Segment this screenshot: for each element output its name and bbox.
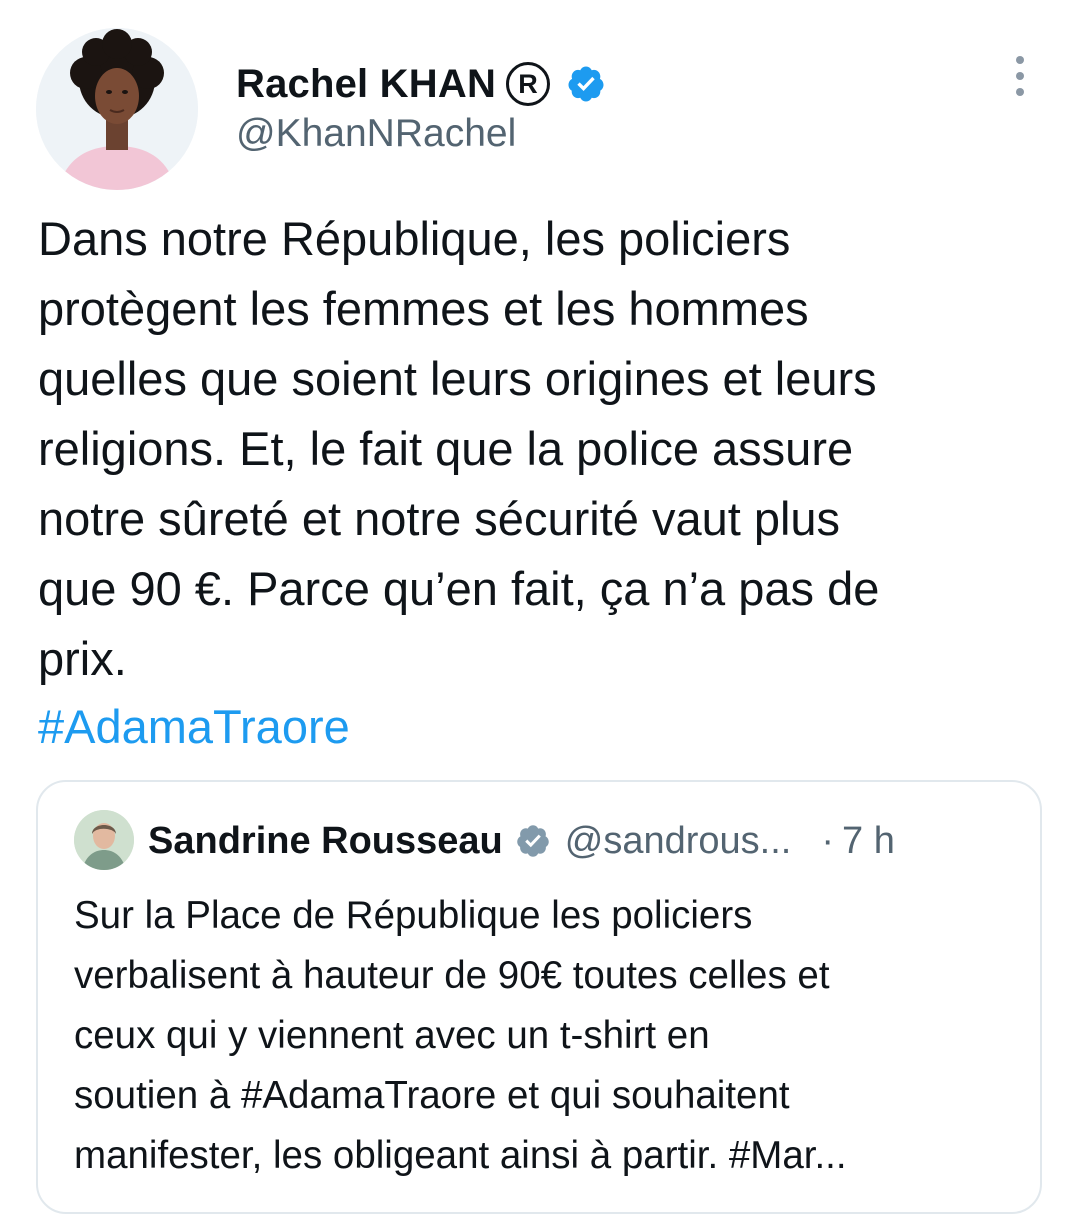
verified-badge-icon [568,66,604,102]
more-dot [1016,88,1024,96]
registered-mark-icon: R [506,62,551,106]
tweet-hashtag-link[interactable]: #AdamaTraore [38,692,350,762]
quoted-author-avatar[interactable] [74,810,134,870]
more-dot [1016,56,1024,64]
quoted-tweet-header: Sandrine Rousseau @sandrous... · 7 h [148,816,1008,866]
header-separator: · [821,819,834,862]
quoted-timestamp[interactable]: 7 h [842,820,895,863]
tweet-text: Dans notre République, les policiers pro… [38,212,880,685]
quoted-tweet-card[interactable]: Sandrine Rousseau @sandrous... · 7 h Sur… [36,780,1042,1214]
more-options-icon[interactable] [1004,56,1036,96]
author-avatar[interactable] [36,28,198,190]
quoted-author-name[interactable]: Sandrine Rousseau [148,820,503,863]
author-name-row[interactable]: Rachel KHAN R [236,58,606,110]
verified-badge-icon [517,825,549,857]
author-avatar-image [36,28,198,190]
quoted-tweet-text: Sur la Place de République les policiers… [74,894,847,1177]
more-dot [1016,72,1024,80]
quoted-author-handle[interactable]: @sandrous... [565,820,792,863]
author-handle[interactable]: @KhanNRachel [236,112,516,156]
tweet: Rachel KHAN R @KhanNRachel Dans notre Ré… [0,0,1080,1220]
author-name[interactable]: Rachel KHAN [236,62,496,107]
quoted-author-avatar-image [74,810,134,870]
